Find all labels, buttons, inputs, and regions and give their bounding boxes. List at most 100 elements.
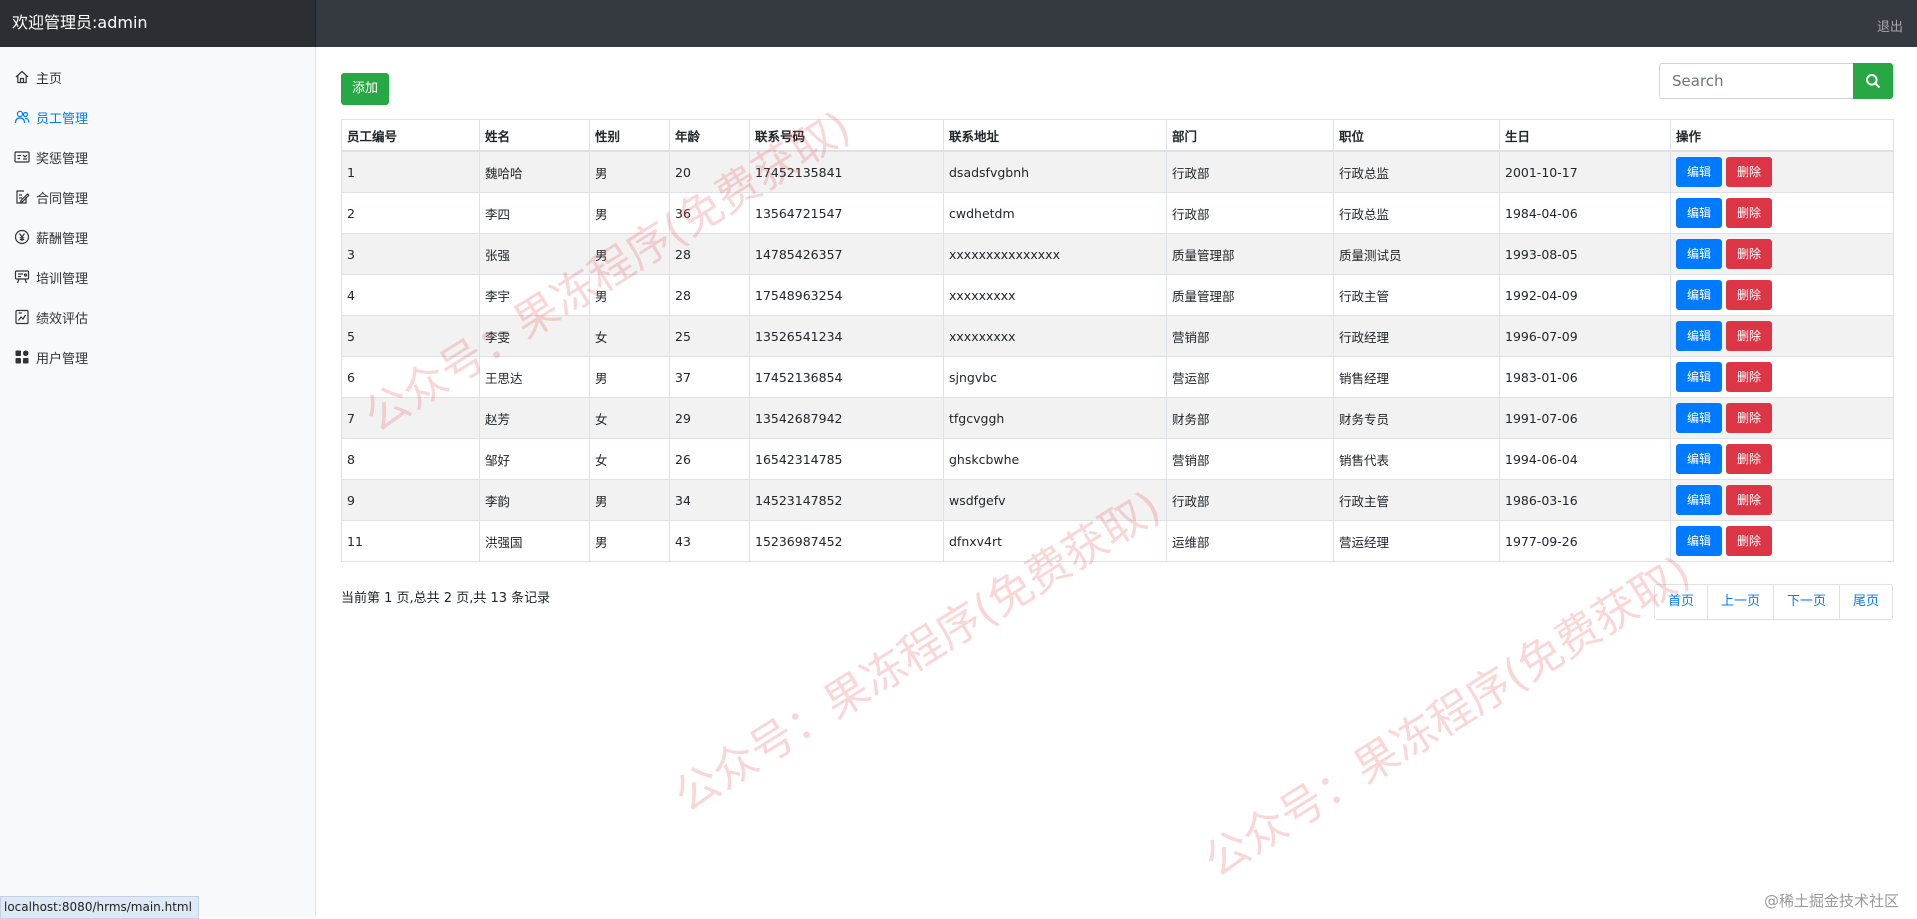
table-cell: 29 — [669, 397, 750, 439]
table-cell: 营运经理 — [1333, 520, 1500, 562]
sidebar-item-employees[interactable]: 员工管理 — [0, 97, 315, 137]
table-cell: 34 — [669, 479, 750, 521]
first-page-link[interactable]: 首页 — [1654, 585, 1707, 619]
delete-button[interactable]: 删除 — [1726, 280, 1772, 310]
sidebar-item-training[interactable]: 培训管理 — [0, 257, 315, 297]
sidebar-item-label: 绩效评估 — [36, 311, 89, 327]
presentation-icon — [13, 268, 31, 286]
sidebar-item-label: 合同管理 — [36, 191, 89, 207]
sidebar-item-home[interactable]: 主页 — [0, 57, 315, 97]
table-cell: 赵芳 — [479, 397, 590, 439]
edit-button[interactable]: 编辑 — [1676, 403, 1722, 433]
table-cell: ghskcbwhe — [943, 438, 1167, 480]
table-cell: 1996-07-09 — [1499, 315, 1671, 357]
delete-button[interactable]: 删除 — [1726, 526, 1772, 556]
table-cell: 17452136854 — [749, 356, 944, 398]
table-cell: 营运部 — [1166, 356, 1334, 398]
sidebar-item-contracts[interactable]: 合同管理 — [0, 177, 315, 217]
column-header: 操作 — [1670, 119, 1894, 152]
sidebar-item-label: 奖惩管理 — [36, 151, 89, 167]
table-body: 1 魏哈哈男 20 17452135841 dsadsfvgbnh 行政部 行政总监 2001… — [341, 150, 1894, 562]
edit-button[interactable]: 编辑 — [1676, 198, 1722, 228]
pagination-info: 当前第 1 页,总共 2 页,共 13 条记录 — [341, 591, 551, 606]
table-cell: sjngvbc — [943, 356, 1167, 398]
table-row: 4 李宇男 28 17548963254 xxxxxxxxx 质量管理部 行政主管 1992-… — [341, 274, 1894, 316]
table-cell: tfgcvggh — [943, 397, 1167, 439]
table-row: 2 李四男 36 13564721547 cwdhetdm 行政部 行政总监 1984-04-… — [341, 192, 1894, 234]
brand-box: 欢迎管理员:admin — [0, 0, 316, 47]
last-page-link[interactable]: 尾页 — [1838, 585, 1892, 619]
table-cell: 6 — [341, 356, 480, 398]
edit-button[interactable]: 编辑 — [1676, 280, 1722, 310]
table-cell: 1992-04-09 — [1499, 274, 1671, 316]
table-cell: 2 — [341, 192, 480, 234]
actions-cell: 编辑 删除 — [1670, 233, 1894, 275]
home-icon — [13, 68, 31, 86]
sidebar: 主页 员工管理 奖惩管理 合同管理 薪酬管理 培训管理 绩效评估 用户管理 — [0, 47, 316, 917]
table-cell: 行政部 — [1166, 150, 1334, 193]
table-cell: 37 — [669, 356, 750, 398]
sidebar-nav: 主页 员工管理 奖惩管理 合同管理 薪酬管理 培训管理 绩效评估 用户管理 — [0, 47, 315, 377]
table-cell: 营销部 — [1166, 438, 1334, 480]
edit-button[interactable]: 编辑 — [1676, 362, 1722, 392]
table-cell: 行政主管 — [1333, 274, 1500, 316]
column-header: 职位 — [1333, 119, 1500, 152]
delete-button[interactable]: 删除 — [1726, 239, 1772, 269]
table-row: 11 洪强国男 43 15236987452 dfnxv4rt 运维部 营运经理 1977-0… — [341, 520, 1894, 562]
add-button[interactable]: 添加 — [341, 73, 389, 105]
column-header: 联系号码 — [749, 119, 944, 152]
table-cell: 4 — [341, 274, 480, 316]
table-cell: 男 — [589, 274, 670, 316]
table-cell: xxxxxxxxxxxxxxx — [943, 233, 1167, 275]
delete-button[interactable]: 删除 — [1726, 362, 1772, 392]
next-page-link[interactable]: 下一页 — [1772, 585, 1839, 619]
table-cell: 1977-09-26 — [1499, 520, 1671, 562]
table-row: 8 邹好女 26 16542314785 ghskcbwhe 营销部 销售代表 1994-06… — [341, 438, 1894, 480]
table-cell: 8 — [341, 438, 480, 480]
table-cell: 11 — [341, 520, 480, 562]
delete-button[interactable]: 删除 — [1726, 403, 1772, 433]
table-cell: xxxxxxxxx — [943, 315, 1167, 357]
sidebar-item-salary[interactable]: 薪酬管理 — [0, 217, 315, 257]
table-cell: 财务专员 — [1333, 397, 1500, 439]
table-cell: 女 — [589, 397, 670, 439]
edit-button[interactable]: 编辑 — [1676, 321, 1722, 351]
edit-button[interactable]: 编辑 — [1676, 157, 1722, 187]
sidebar-item-label: 用户管理 — [36, 351, 89, 367]
yen-coin-icon — [13, 228, 31, 246]
table-cell: 20 — [669, 150, 750, 193]
table-cell: 1991-07-06 — [1499, 397, 1671, 439]
column-header: 年龄 — [669, 119, 750, 152]
table-cell: 行政总监 — [1333, 192, 1500, 234]
logout-link[interactable]: 退出 — [1877, 16, 1903, 35]
delete-button[interactable]: 删除 — [1726, 198, 1772, 228]
delete-button[interactable]: 删除 — [1726, 485, 1772, 515]
sidebar-item-label: 培训管理 — [36, 271, 89, 287]
search-input[interactable] — [1659, 63, 1853, 99]
sidebar-item-rewards[interactable]: 奖惩管理 — [0, 137, 315, 177]
edit-button[interactable]: 编辑 — [1676, 526, 1722, 556]
table-cell: 邹好 — [479, 438, 590, 480]
actions-cell: 编辑 删除 — [1670, 520, 1894, 562]
table-cell: 26 — [669, 438, 750, 480]
delete-button[interactable]: 删除 — [1726, 157, 1772, 187]
people-icon — [13, 108, 31, 126]
delete-button[interactable]: 删除 — [1726, 444, 1772, 474]
table-cell: 28 — [669, 274, 750, 316]
table-cell: 李雯 — [479, 315, 590, 357]
edit-button[interactable]: 编辑 — [1676, 444, 1722, 474]
table-cell: 质量管理部 — [1166, 274, 1334, 316]
search-button[interactable] — [1853, 63, 1893, 99]
table-cell: 男 — [589, 192, 670, 234]
prev-page-link[interactable]: 上一页 — [1706, 585, 1773, 619]
sidebar-item-users[interactable]: 用户管理 — [0, 337, 315, 377]
table-cell: 营销部 — [1166, 315, 1334, 357]
sidebar-item-performance[interactable]: 绩效评估 — [0, 297, 315, 337]
table-cell: 女 — [589, 315, 670, 357]
edit-button[interactable]: 编辑 — [1676, 485, 1722, 515]
delete-button[interactable]: 删除 — [1726, 321, 1772, 351]
table-cell: 14785426357 — [749, 233, 944, 275]
table-cell: dfnxv4rt — [943, 520, 1167, 562]
table-cell: 1993-08-05 — [1499, 233, 1671, 275]
edit-button[interactable]: 编辑 — [1676, 239, 1722, 269]
